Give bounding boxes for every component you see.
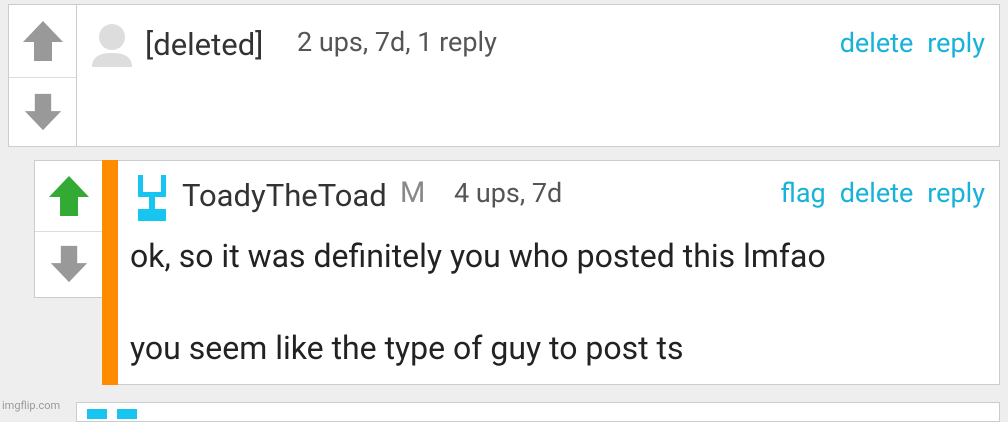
user-avatar-icon bbox=[87, 409, 137, 419]
upvote-button[interactable] bbox=[9, 5, 76, 78]
vote-column bbox=[9, 5, 77, 146]
downvote-arrow-icon bbox=[24, 93, 61, 130]
upvote-button[interactable] bbox=[35, 161, 102, 232]
downvote-button[interactable] bbox=[35, 231, 102, 297]
reply-link[interactable]: reply bbox=[927, 180, 985, 207]
comment-author[interactable]: ToadyTheToad bbox=[182, 180, 387, 211]
mod-badge: M bbox=[400, 176, 426, 210]
comment-body-line: you seem like the type of guy to post ts bbox=[130, 329, 684, 367]
comment-reply: ToadyTheToad M 4 ups, 7d flag delete rep… bbox=[102, 160, 1000, 385]
comment-deleted: [deleted] 2 ups, 7d, 1 reply delete repl… bbox=[8, 4, 1000, 147]
delete-link[interactable]: delete bbox=[840, 180, 914, 207]
upvote-arrow-icon bbox=[48, 176, 89, 216]
highlight-bar bbox=[102, 160, 118, 385]
downvote-button[interactable] bbox=[9, 77, 76, 146]
user-avatar-icon[interactable] bbox=[136, 173, 168, 223]
reply-link[interactable]: reply bbox=[927, 30, 985, 57]
flag-link[interactable]: flag bbox=[781, 180, 826, 207]
default-avatar-icon[interactable] bbox=[89, 23, 135, 67]
delete-link[interactable]: delete bbox=[840, 30, 914, 57]
vote-column bbox=[34, 160, 102, 298]
comment-body-line: ok, so it was definitely you who posted … bbox=[130, 237, 826, 275]
comment-actions: flag delete reply bbox=[781, 180, 985, 207]
comment-author: [deleted] bbox=[145, 26, 264, 63]
comment-next bbox=[76, 402, 1000, 422]
watermark: imgflip.com bbox=[2, 399, 61, 412]
comment-actions: delete reply bbox=[840, 30, 985, 57]
comment-meta: 4 ups, 7d bbox=[454, 177, 563, 209]
upvote-arrow-icon bbox=[22, 21, 63, 61]
downvote-arrow-icon bbox=[50, 245, 87, 283]
comment-meta: 2 ups, 7d, 1 reply bbox=[297, 26, 497, 58]
